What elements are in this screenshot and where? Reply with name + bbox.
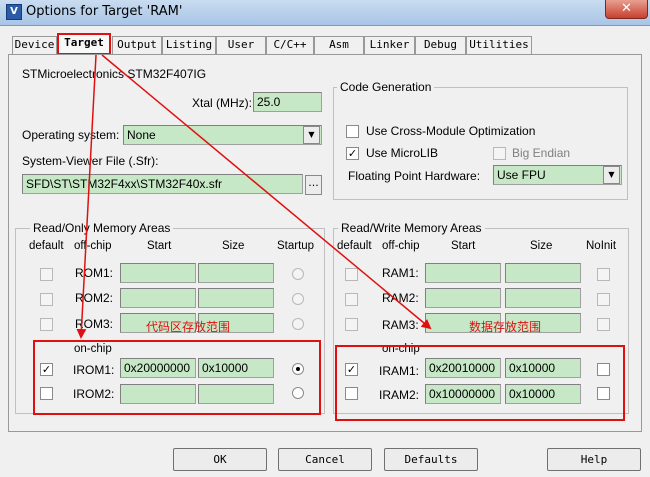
- annotation-arrows: [76, 54, 432, 339]
- ok-button[interactable]: OK: [173, 448, 267, 471]
- cancel-button[interactable]: Cancel: [278, 448, 372, 471]
- help-button[interactable]: Help: [547, 448, 641, 471]
- arrow-to-code-area: [76, 54, 97, 339]
- defaults-button[interactable]: Defaults: [384, 448, 478, 471]
- arrow-to-data-area: [101, 54, 432, 330]
